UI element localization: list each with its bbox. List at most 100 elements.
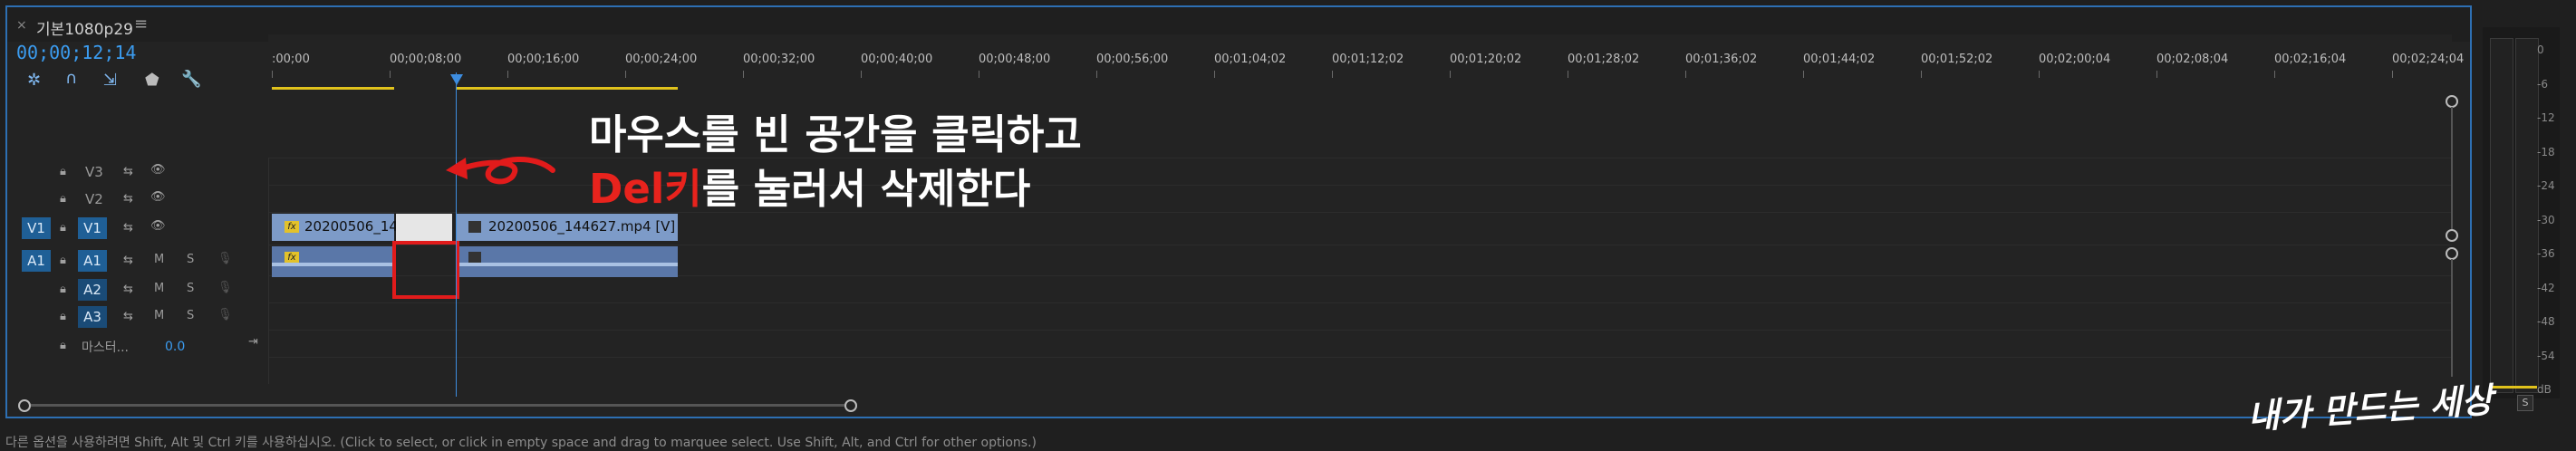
linked-selection-icon[interactable]: ∩ bbox=[65, 69, 77, 88]
ruler-tick bbox=[272, 71, 273, 78]
go-to-end-icon[interactable]: ⇥ bbox=[248, 335, 258, 349]
horizontal-zoom-handle-right[interactable] bbox=[844, 399, 857, 412]
highlight-box bbox=[392, 241, 459, 299]
work-area-bar-left[interactable] bbox=[272, 87, 394, 90]
solo-meter-button[interactable]: S bbox=[2517, 395, 2533, 411]
meter-scale-label: -48 bbox=[2537, 315, 2555, 328]
sync-lock-icon[interactable]: ⇆ bbox=[123, 165, 133, 178]
work-area-bar-right[interactable] bbox=[456, 87, 678, 90]
eye-icon[interactable]: 👁︎ bbox=[150, 163, 166, 177]
waveform bbox=[272, 263, 394, 266]
ruler-label: 00;02;00;04 bbox=[2039, 53, 2111, 66]
eye-icon[interactable]: 👁︎ bbox=[150, 219, 166, 233]
header-divider bbox=[268, 158, 269, 384]
audio-clip-left[interactable]: fx bbox=[272, 246, 394, 277]
marker-add-icon[interactable]: ⇲ bbox=[103, 71, 117, 90]
meter-scale-label: -54 bbox=[2537, 349, 2555, 362]
ruler-label: 00;01;28;02 bbox=[1568, 53, 1640, 66]
ruler-tick bbox=[1803, 71, 1804, 78]
clip-name: 20200506_14 bbox=[304, 218, 398, 235]
track-divider bbox=[268, 357, 2452, 358]
source-patch-a1[interactable]: A1 bbox=[22, 250, 51, 272]
tab-close-button[interactable]: × bbox=[16, 18, 27, 33]
sync-lock-icon[interactable]: ⇆ bbox=[123, 192, 133, 206]
clip-name: 20200506_144627.mp4 [V] bbox=[488, 218, 676, 235]
eye-icon[interactable]: 👁︎ bbox=[150, 190, 166, 204]
clip-thumbnail-icon bbox=[468, 221, 481, 233]
solo-button[interactable]: S bbox=[187, 309, 194, 322]
microphone-icon[interactable]: 🎙︎ bbox=[217, 308, 233, 321]
waveform bbox=[456, 263, 678, 266]
mute-button[interactable]: M bbox=[154, 309, 164, 322]
tab-menu-icon[interactable]: ≡ bbox=[134, 14, 148, 34]
lock-icon[interactable]: 🔒︎ bbox=[60, 221, 66, 235]
lock-icon[interactable]: 🔒︎ bbox=[60, 192, 66, 206]
lock-icon[interactable]: 🔒︎ bbox=[60, 339, 66, 352]
ruler-tick bbox=[390, 71, 391, 78]
sync-lock-icon[interactable]: ⇆ bbox=[123, 254, 133, 267]
lock-icon[interactable]: 🔒︎ bbox=[60, 165, 66, 178]
ruler-label: 00;01;04;02 bbox=[1214, 53, 1287, 66]
marker-icon[interactable]: ⬟ bbox=[145, 71, 159, 90]
lock-icon[interactable]: 🔒︎ bbox=[60, 254, 66, 267]
sequence-tab-title[interactable]: 기본1080p29 bbox=[36, 16, 133, 39]
wrench-icon[interactable]: 🔧 bbox=[181, 70, 201, 89]
track-label-v2[interactable]: V2 bbox=[85, 191, 103, 207]
mute-button[interactable]: M bbox=[154, 253, 164, 266]
lock-icon[interactable]: 🔒︎ bbox=[60, 310, 66, 323]
ruler-tick bbox=[2039, 71, 2040, 78]
sync-lock-icon[interactable]: ⇆ bbox=[123, 283, 133, 296]
vertical-zoom-handle-top[interactable] bbox=[2446, 95, 2458, 108]
annotation-rest: 를 눌러서 삭제한다 bbox=[701, 165, 1031, 213]
microphone-icon[interactable]: 🎙︎ bbox=[217, 252, 233, 265]
track-divider bbox=[268, 330, 2452, 331]
meter-scale-label: dB bbox=[2537, 383, 2552, 396]
vertical-scrollbar-audio[interactable] bbox=[2451, 259, 2453, 377]
ruler-tick bbox=[1332, 71, 1333, 78]
track-label-a2[interactable]: A2 bbox=[78, 279, 107, 301]
ruler-tick bbox=[2392, 71, 2393, 78]
microphone-icon[interactable]: 🎙︎ bbox=[217, 281, 233, 294]
mute-button[interactable]: M bbox=[154, 282, 164, 295]
track-label-v3[interactable]: V3 bbox=[85, 164, 103, 180]
ruler-label: 00;02;24;04 bbox=[2392, 53, 2465, 66]
ruler-label: 00;00;40;00 bbox=[861, 53, 933, 66]
meter-scale-label: -18 bbox=[2537, 145, 2555, 158]
annotation-line-1: 마우스를 빈 공간을 클릭하고 bbox=[589, 110, 1082, 158]
vertical-zoom-handle-audio[interactable] bbox=[2446, 247, 2458, 260]
snap-icon[interactable]: ✲ bbox=[27, 71, 41, 90]
meter-scale-label: -36 bbox=[2537, 247, 2555, 260]
lock-icon[interactable]: 🔒︎ bbox=[60, 283, 66, 296]
sync-lock-icon[interactable]: ⇆ bbox=[123, 310, 133, 323]
sync-lock-icon[interactable]: ⇆ bbox=[123, 221, 133, 235]
vertical-scrollbar-video[interactable] bbox=[2451, 107, 2453, 229]
track-label-a3[interactable]: A3 bbox=[78, 306, 107, 328]
horizontal-scrollbar[interactable] bbox=[31, 404, 844, 407]
ruler-label: 00;00;24;00 bbox=[625, 53, 698, 66]
selected-gap[interactable] bbox=[396, 214, 452, 241]
track-label-v1[interactable]: V1 bbox=[78, 217, 107, 239]
playhead-marker[interactable] bbox=[450, 74, 463, 85]
source-patch-v1[interactable]: V1 bbox=[22, 217, 51, 239]
meter-scale-label: -42 bbox=[2537, 281, 2555, 294]
meter-scale-label: -6 bbox=[2537, 77, 2548, 91]
ruler-tick bbox=[1096, 71, 1097, 78]
vertical-zoom-handle-mid[interactable] bbox=[2446, 229, 2458, 242]
playhead-timecode[interactable]: 00;00;12;14 bbox=[16, 42, 136, 63]
meter-channel-right bbox=[2515, 38, 2539, 393]
horizontal-zoom-handle-left[interactable] bbox=[18, 399, 31, 412]
solo-button[interactable]: S bbox=[187, 253, 194, 266]
track-divider bbox=[268, 302, 2452, 303]
ruler-tick bbox=[1685, 71, 1686, 78]
audio-clip-right[interactable] bbox=[456, 246, 678, 277]
solo-button[interactable]: S bbox=[187, 282, 194, 295]
red-arrow-annotation bbox=[446, 157, 555, 185]
ruler-label: 00;01;52;02 bbox=[1921, 53, 1993, 66]
ruler-tick bbox=[743, 71, 744, 78]
video-clip-right[interactable]: 20200506_144627.mp4 [V] bbox=[456, 214, 678, 241]
ruler-tick bbox=[507, 71, 508, 78]
master-volume-value[interactable]: 0.0 bbox=[165, 340, 185, 354]
track-label-a1[interactable]: A1 bbox=[78, 250, 107, 272]
video-clip-left[interactable]: fx 20200506_14 bbox=[272, 214, 398, 241]
ruler-label: 00;01;36;02 bbox=[1685, 53, 1758, 66]
